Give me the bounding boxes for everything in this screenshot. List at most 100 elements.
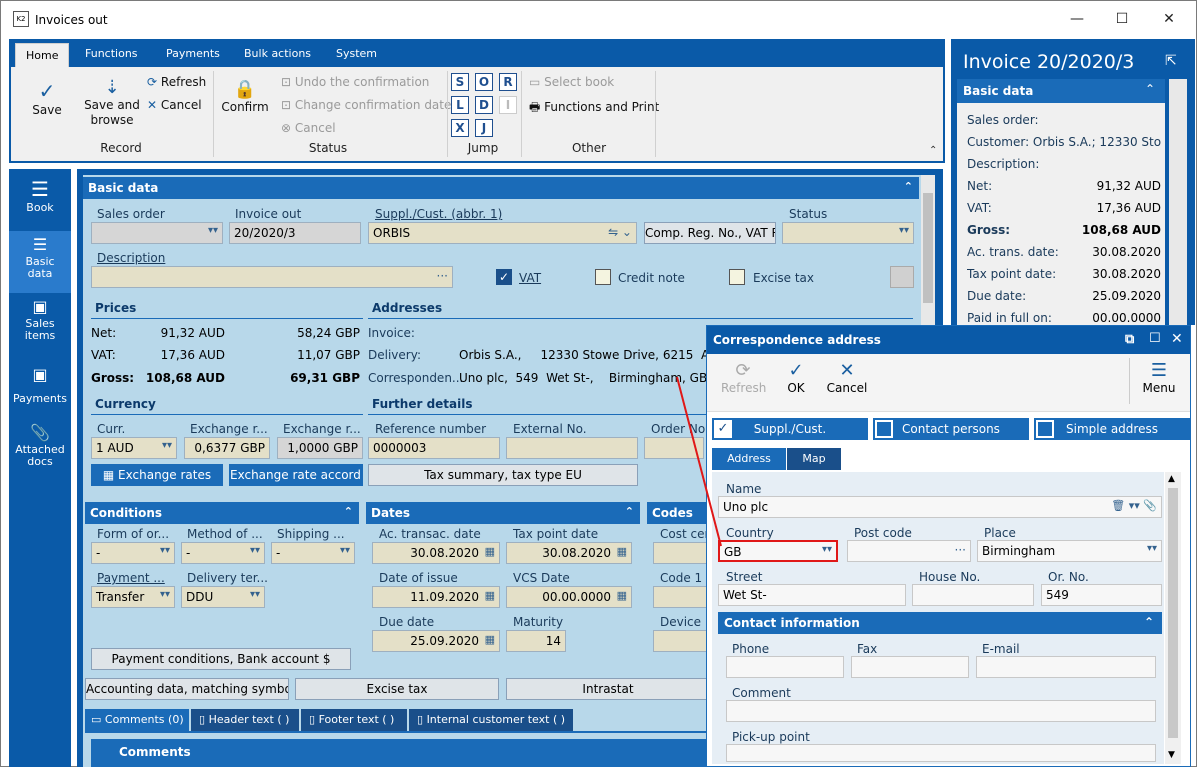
tab-home[interactable]: Home [15, 43, 70, 67]
delivery-terms-field[interactable]: DDU ▾▾ [181, 586, 265, 608]
accounting-data-button[interactable]: Accounting data, matching symbol [85, 678, 289, 700]
credit-note-checkbox[interactable] [595, 269, 611, 285]
jump-o-button[interactable]: O [475, 73, 493, 91]
save-button[interactable]: ✓ Save [29, 79, 65, 117]
address-corr-value[interactable]: Uno plc, 549 Wet St-, Birmingham, GB [459, 371, 707, 385]
dialog-scroll-thumb[interactable] [1168, 488, 1178, 738]
scroll-up-icon[interactable]: ▲ [1168, 474, 1175, 484]
dialog-cancel-button[interactable]: ✕ Cancel [825, 360, 869, 395]
place-field[interactable]: Birmingham ▾▾ [977, 540, 1162, 562]
confirm-button[interactable]: 🔒 Confirm [221, 79, 269, 114]
dialog-restore-icon[interactable]: ⧉ [1125, 332, 1134, 347]
tax-point-field[interactable]: 30.08.2020 ▦ [506, 542, 632, 564]
ext-field[interactable] [506, 437, 638, 459]
dates-header[interactable]: Dates ⌃ [366, 502, 640, 524]
dialog-tab-simple[interactable]: Simple address [1034, 418, 1190, 440]
order-field[interactable] [644, 437, 704, 459]
tab-system[interactable]: System [336, 47, 377, 60]
status-cancel-button[interactable]: ⊗ Cancel [281, 121, 336, 135]
method-field[interactable]: - ▾▾ [181, 542, 265, 564]
jump-j-button[interactable]: J [475, 119, 493, 137]
email-field[interactable] [976, 656, 1156, 678]
popout-icon[interactable]: ⇱ [1165, 53, 1177, 69]
maturity-field[interactable]: 14 [506, 630, 566, 652]
nav-sales-items[interactable]: ▣ Sales items [9, 295, 71, 357]
change-confirmation-date-button[interactable]: ⊡ Change confirmation date [281, 98, 451, 112]
comp-reg-button[interactable]: Comp. Reg. No., VAT R... [644, 222, 776, 244]
ribbon-collapse-icon[interactable]: ⌃ [929, 145, 937, 156]
phone-field[interactable] [726, 656, 844, 678]
intrastat-button[interactable]: Intrastat [506, 678, 710, 700]
description-field[interactable]: ··· [91, 266, 453, 288]
dialog-menu-button[interactable]: ☰ Menu [1139, 360, 1179, 395]
dialog-tab-suppl[interactable]: ✓ Suppl./Cust. [712, 418, 868, 440]
side-scrollbar[interactable] [1169, 79, 1187, 325]
device-field[interactable] [653, 630, 707, 652]
curr-field[interactable]: 1 AUD ▾▾ [91, 437, 177, 459]
nav-attached-docs[interactable]: 📎 Attached docs [9, 421, 71, 483]
code1-field[interactable] [653, 586, 707, 608]
ac-date-field[interactable]: 30.08.2020 ▦ [372, 542, 500, 564]
excise-tax-checkbox[interactable] [729, 269, 745, 285]
sales-order-field[interactable]: ▾▾ [91, 222, 223, 244]
payment-conditions-button[interactable]: Payment conditions, Bank account $ [91, 648, 351, 670]
nav-book[interactable]: ☰ Book [9, 173, 71, 235]
exchange-rate-according-button[interactable]: Exchange rate accordin... [229, 464, 363, 486]
form-of-order-field[interactable]: - ▾▾ [91, 542, 175, 564]
main-scroll-thumb[interactable] [923, 193, 933, 303]
street-field[interactable]: Wet St- [718, 584, 906, 606]
side-section-header[interactable]: Basic data ⌃ [957, 79, 1165, 103]
country-field[interactable]: GB ▾▾ [718, 540, 838, 562]
jump-d-button[interactable]: D [475, 96, 493, 114]
invoice-out-field[interactable]: 20/2020/3 [229, 222, 361, 244]
tab-header-text[interactable]: ▯ Header text ( ) [191, 709, 299, 731]
dialog-scrollbar[interactable]: ▲ ▼ [1165, 472, 1181, 764]
rate1-field[interactable]: 0,6377 GBP [184, 437, 270, 459]
rate2-field[interactable]: 1,0000 GBP [277, 437, 363, 459]
save-and-browse-button[interactable]: ⇣ Save and browse [81, 77, 143, 128]
refresh-button[interactable]: ⟳ Refresh [147, 75, 206, 89]
color-swatch[interactable] [890, 266, 914, 288]
jump-i-button[interactable]: I [499, 96, 517, 114]
dialog-subtab-map[interactable]: Map [787, 448, 841, 470]
postcode-field[interactable]: ··· [847, 540, 971, 562]
scroll-down-icon[interactable]: ▼ [1168, 750, 1175, 760]
cancel-button[interactable]: ✕ Cancel [147, 98, 202, 112]
shipping-field[interactable]: - ▾▾ [271, 542, 355, 564]
tab-payments[interactable]: Payments [166, 47, 220, 60]
ref-field[interactable]: 0000003 [368, 437, 500, 459]
status-field[interactable]: ▾▾ [782, 222, 914, 244]
maximize-icon[interactable]: ☐ [1112, 9, 1132, 29]
dialog-close-icon[interactable]: ✕ [1171, 331, 1183, 347]
conditions-header[interactable]: Conditions ⌃ [85, 502, 359, 524]
tab-internal-text[interactable]: ▯ Internal customer text ( ) [409, 709, 573, 731]
or-field[interactable]: 549 [1041, 584, 1162, 606]
dialog-maximize-icon[interactable]: ☐ [1149, 331, 1161, 346]
cost-center-field[interactable] [653, 542, 707, 564]
suppl-field[interactable]: ORBIS ⇋ ⌄ [368, 222, 637, 244]
name-field[interactable]: Uno plc 🗑 ▾▾ 📎 [718, 496, 1162, 518]
tab-functions[interactable]: Functions [85, 47, 138, 60]
payment-field[interactable]: Transfer ▾▾ [91, 586, 175, 608]
dialog-subtab-address[interactable]: Address [712, 448, 786, 470]
fax-field[interactable] [851, 656, 969, 678]
select-book-button[interactable]: ▭ Select book [529, 75, 614, 89]
close-icon[interactable]: ✕ [1159, 9, 1179, 29]
dialog-tab-contact[interactable]: Contact persons [873, 418, 1029, 440]
excise-tax-button[interactable]: Excise tax [295, 678, 499, 700]
comment-field[interactable] [726, 700, 1156, 722]
vcs-date-field[interactable]: 00.00.0000 ▦ [506, 586, 632, 608]
due-date-field[interactable]: 25.09.2020 ▦ [372, 630, 500, 652]
nav-basic-data[interactable]: ☰ Basic data [9, 231, 71, 293]
contact-info-header[interactable]: Contact information ⌃ [718, 612, 1162, 634]
minimize-icon[interactable]: — [1067, 9, 1087, 29]
dialog-ok-button[interactable]: ✓ OK [781, 360, 811, 395]
issue-date-field[interactable]: 11.09.2020 ▦ [372, 586, 500, 608]
functions-print-button[interactable]: 🖶 Functions and Print [529, 98, 659, 119]
tab-footer-text[interactable]: ▯ Footer text ( ) [301, 709, 407, 731]
jump-x-button[interactable]: X [451, 119, 469, 137]
jump-l-button[interactable]: L [451, 96, 469, 114]
jump-r-button[interactable]: R [499, 73, 517, 91]
house-field[interactable] [912, 584, 1034, 606]
tab-bulk-actions[interactable]: Bulk actions [244, 47, 311, 60]
